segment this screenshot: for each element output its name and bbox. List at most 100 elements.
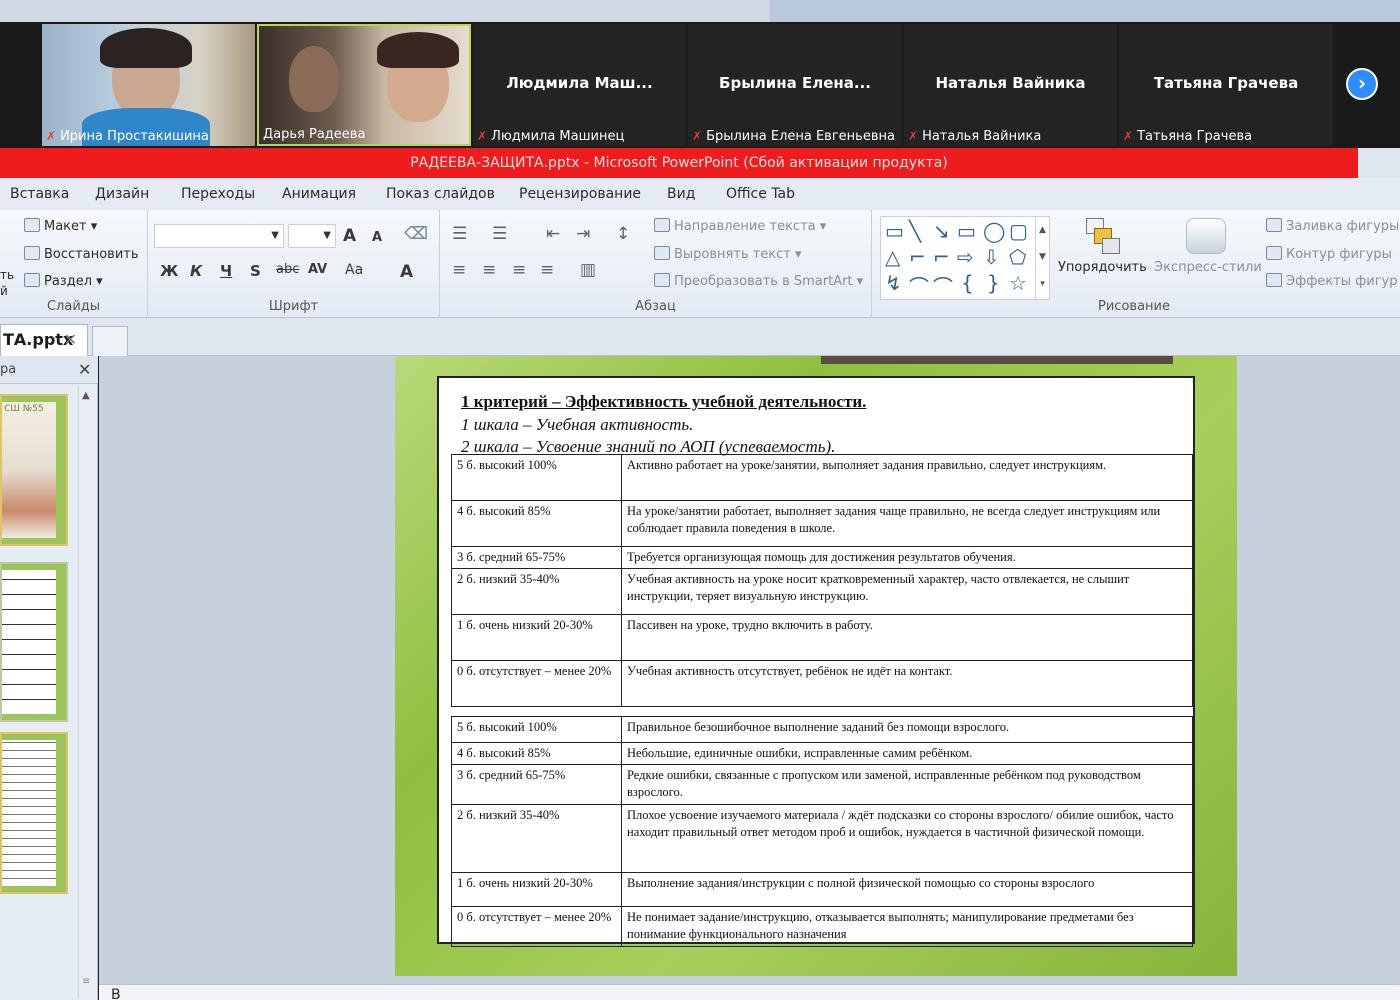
- shape-fill-button[interactable]: Заливка фигуры: [1266, 218, 1399, 234]
- participant-tile-4[interactable]: Брылина Елена... ✗ Брылина Елена Евгеньев…: [688, 24, 902, 146]
- align-right-icon[interactable]: ≡: [512, 260, 526, 280]
- notes-pane[interactable]: В: [99, 984, 1400, 1000]
- tab-view[interactable]: Вид: [667, 186, 695, 202]
- text-direction-button[interactable]: Направление текста ▾: [654, 218, 826, 234]
- participant-name: ✗ Ирина Простакишина: [46, 129, 209, 144]
- numbering-icon[interactable]: ☰: [492, 224, 507, 244]
- bullets-icon[interactable]: ☰: [452, 224, 467, 244]
- right-arrow-shape-icon[interactable]: ⇨: [957, 245, 974, 269]
- align-center-icon[interactable]: ≡: [482, 260, 496, 280]
- tab-insert[interactable]: Вставка: [10, 186, 69, 202]
- layout-button[interactable]: Макет ▾: [24, 218, 97, 234]
- reset-button[interactable]: Восстановить: [24, 246, 139, 262]
- shapes-gallery[interactable]: ▭ ╲ ↘ ▭ ◯ ▢ △ ⌐ ⌐ ⇨ ⇩ ⬠ ↯ ⌒ ⌒ { } ☆ ▲ ▼ ▾: [880, 216, 1050, 300]
- align-text-button[interactable]: Выровнять текст ▾: [654, 246, 802, 262]
- increase-indent-icon[interactable]: ⇥: [576, 224, 590, 244]
- slide-canvas: 1 критерий – Эффективность учебной деяте…: [99, 356, 1400, 986]
- down-arrow-shape-icon[interactable]: ⇩: [983, 245, 1000, 269]
- table-row: 4 б. высокий 85% На уроке/занятии работае…: [451, 500, 1193, 547]
- new-tab-button[interactable]: [92, 326, 128, 356]
- document-tab[interactable]: ТА.pptx ✕: [0, 324, 88, 356]
- star-shape-icon[interactable]: ☆: [1009, 271, 1027, 295]
- participant-tile-2[interactable]: Дарья Радеева: [257, 24, 471, 146]
- participant-tile-1[interactable]: ✗ Ирина Простакишина: [42, 24, 255, 146]
- line-spacing-icon[interactable]: ↕: [616, 224, 630, 244]
- justify-icon[interactable]: ≡: [540, 260, 554, 280]
- decrease-indent-icon[interactable]: ⇤: [546, 224, 560, 244]
- paint-bucket-icon: [1266, 218, 1282, 232]
- clear-format-icon[interactable]: ⌫: [404, 224, 428, 244]
- participant-tile-6[interactable]: Татьяна Грачева ✗ Татьяна Грачева: [1119, 24, 1333, 146]
- quick-styles-icon: [1186, 218, 1226, 254]
- tab-office-tab[interactable]: Office Tab: [726, 186, 795, 202]
- description-cell: Небольшие, единичные ошибки, исправленны…: [621, 742, 1193, 765]
- smartart-button[interactable]: Преобразовать в SmartArt ▾: [654, 273, 863, 289]
- gallery-scroll[interactable]: ▲ ▼ ▾: [1035, 217, 1049, 299]
- slides-panel-header: ра ✕: [0, 356, 98, 384]
- slide-content-box[interactable]: 1 критерий – Эффективность учебной деяте…: [437, 376, 1195, 947]
- flowchart-shape-icon[interactable]: ⬠: [1009, 245, 1026, 269]
- tab-transitions[interactable]: Переходы: [181, 186, 255, 202]
- tab-slideshow[interactable]: Показ слайдов: [386, 186, 495, 202]
- reset-icon: [24, 246, 40, 260]
- slide-thumbnail[interactable]: [0, 562, 68, 722]
- line-shape-icon[interactable]: ╲: [909, 219, 921, 243]
- tab-review[interactable]: Рецензирование: [519, 186, 641, 202]
- strikethrough-button[interactable]: abc: [276, 262, 299, 277]
- rounded-rect-shape-icon[interactable]: ▢: [1009, 219, 1028, 243]
- section-button[interactable]: Раздел ▾: [24, 273, 103, 289]
- elbow-connector-icon[interactable]: ⌐: [933, 245, 950, 269]
- tab-design[interactable]: Дизайн: [95, 186, 149, 202]
- triangle-shape-icon[interactable]: △: [885, 245, 900, 269]
- scroll-up-icon[interactable]: ▲: [82, 390, 90, 401]
- level-cell: 2 б. низкий 35-40%: [451, 804, 622, 873]
- slide[interactable]: 1 критерий – Эффективность учебной деяте…: [395, 356, 1237, 976]
- arc-shape-icon[interactable]: ⌒: [933, 271, 953, 300]
- shadow-button[interactable]: S: [250, 262, 261, 280]
- font-color-button[interactable]: A: [400, 262, 413, 282]
- arrange-button[interactable]: Упорядочить: [1058, 260, 1147, 275]
- arrow-line-shape-icon[interactable]: ↘: [933, 219, 950, 243]
- shrink-font-button[interactable]: A: [372, 230, 382, 245]
- left-brace-icon[interactable]: {: [961, 271, 974, 295]
- background-window-edge: [0, 0, 1400, 22]
- level-cell: 5 б. высокий 100%: [451, 454, 622, 501]
- thumbnail-scrollbar[interactable]: ▲ ≡: [78, 386, 96, 998]
- align-left-icon[interactable]: ≡: [452, 260, 466, 280]
- rectangle-shape-icon[interactable]: ▭: [957, 219, 976, 243]
- tab-animation[interactable]: Анимация: [282, 186, 356, 202]
- participant-tile-3[interactable]: Людмила Маш... ✗ Людмила Машинец: [473, 24, 686, 146]
- change-case-button[interactable]: Aa: [345, 262, 363, 278]
- connector-shape-icon[interactable]: ⌐: [909, 245, 926, 269]
- slide-thumbnail[interactable]: СШ №55: [0, 394, 68, 546]
- font-name-combo[interactable]: ▼: [154, 224, 284, 248]
- grow-font-button[interactable]: A: [343, 226, 356, 246]
- next-participants-arrow-icon[interactable]: ›: [1346, 68, 1378, 100]
- textbox-shape-icon[interactable]: ▭: [885, 219, 904, 243]
- description-cell: Редкие ошибки, связанные с пропуском или…: [621, 764, 1193, 805]
- underline-button[interactable]: Ч: [220, 262, 232, 280]
- char-spacing-button[interactable]: AV: [308, 262, 327, 277]
- freeform-shape-icon[interactable]: ↯: [885, 271, 902, 295]
- table-row: 1 б. очень низкий 20-30% Выполнение задан…: [451, 872, 1193, 907]
- participant-tile-5[interactable]: Наталья Вайника ✗ Наталья Вайника: [904, 24, 1117, 146]
- group-font: ▼ ▼ A A ⌫ Ж К Ч S abc AV Aa A Шрифт: [148, 210, 440, 318]
- font-size-combo[interactable]: ▼: [288, 224, 336, 248]
- italic-button[interactable]: К: [190, 262, 202, 280]
- close-panel-icon[interactable]: ✕: [78, 356, 91, 384]
- scroll-grip-icon[interactable]: ≡: [82, 976, 90, 987]
- title-bar-edge: [1358, 148, 1400, 178]
- close-tab-icon[interactable]: ✕: [64, 325, 77, 355]
- columns-icon[interactable]: ▥: [580, 260, 596, 280]
- shape-effects-button[interactable]: Эффекты фигур: [1266, 273, 1397, 289]
- quick-styles-button[interactable]: Экспресс-стили: [1154, 260, 1262, 275]
- participant-name: ✗ Брылина Елена Евгеньевна: [692, 129, 895, 144]
- shape-outline-button[interactable]: Контур фигуры: [1266, 246, 1392, 262]
- description-cell: На уроке/занятии работает, выполняет зад…: [621, 500, 1193, 547]
- right-brace-icon[interactable]: }: [987, 271, 1000, 295]
- curve-shape-icon[interactable]: ⌒: [909, 271, 929, 300]
- slide-thumbnail-selected[interactable]: [0, 732, 68, 894]
- oval-shape-icon[interactable]: ◯: [983, 219, 1005, 243]
- description-cell: Выполнение задания/инструкции с полной ф…: [621, 872, 1193, 907]
- bold-button[interactable]: Ж: [160, 262, 178, 280]
